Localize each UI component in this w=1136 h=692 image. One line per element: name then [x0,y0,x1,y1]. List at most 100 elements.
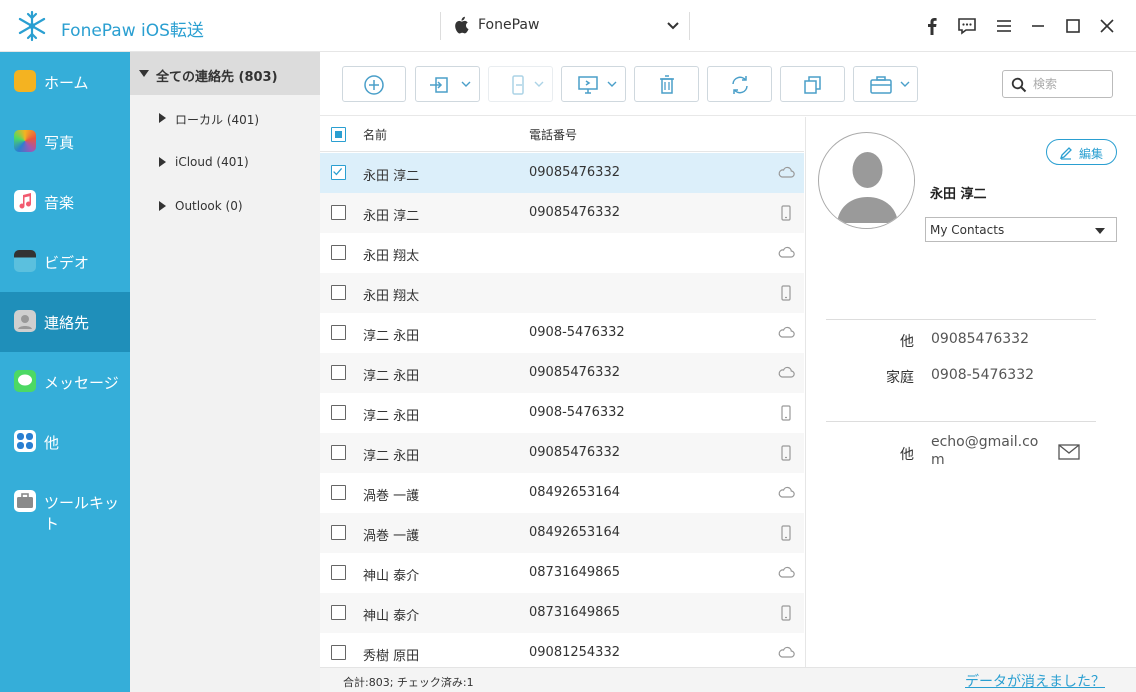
row-checkbox[interactable] [331,405,346,420]
group-select[interactable]: My Contacts [925,217,1117,242]
column-header-name[interactable]: 名前 [363,126,387,143]
music-icon [14,190,36,212]
close-icon[interactable] [1096,15,1118,37]
contact-name-cell: 神山 泰介 [363,609,420,624]
phone-icon [777,525,795,541]
facebook-icon[interactable] [921,15,943,37]
minimize-icon[interactable] [1027,15,1049,37]
tree-root-label: 全ての連絡先 (803) [156,70,278,85]
row-checkbox[interactable] [331,365,346,380]
status-bar: 合計:803; チェック済み:1 データが消えました？ [320,667,1136,692]
edit-button[interactable]: 編集 [1046,139,1117,165]
contact-name-cell: 永田 淳二 [363,209,420,224]
contact-name: 永田 淳二 [930,187,987,202]
sidebar-item-contacts[interactable]: 連絡先 [0,292,130,352]
contact-phone-cell: 0908-5476332 [529,405,625,420]
person-silhouette-icon [819,133,914,228]
expand-right-icon[interactable] [159,113,166,123]
column-header-phone[interactable]: 電話番号 [529,126,577,143]
tree-item-outlook[interactable]: Outlook (0) [130,191,320,221]
dedupe-button[interactable] [780,66,845,102]
row-checkbox[interactable] [331,165,346,180]
expand-down-icon[interactable] [139,70,149,77]
row-checkbox[interactable] [331,525,346,540]
sidebar-item-label: ツールキット [44,494,120,533]
feedback-icon[interactable] [956,15,978,37]
table-row[interactable]: 永田 翔太 [320,273,804,313]
table-row[interactable]: 渦巻 一護 08492653164 [320,513,804,553]
tree-item-icloud[interactable]: iCloud (401) [130,147,320,177]
toolbox-icon [870,76,892,94]
table-row[interactable]: 神山 泰介 08731649865 [320,553,804,593]
row-checkbox[interactable] [331,605,346,620]
row-checkbox[interactable] [331,205,346,220]
select-all-checkbox[interactable] [331,127,346,142]
sidebar-item-toolkit[interactable]: ツールキット [0,472,130,533]
phone-icon [777,605,795,621]
sidebar-item-photos[interactable]: 写真 [0,112,130,172]
mail-icon[interactable] [1058,444,1080,460]
toolbox-button[interactable] [853,66,918,102]
menu-icon[interactable] [993,15,1015,37]
table-row[interactable]: 淳二 永田 09085476332 [320,353,804,393]
divider [826,319,1096,320]
cloud-icon [777,365,795,381]
table-row[interactable]: 渦巻 一護 08492653164 [320,473,804,513]
chevron-down-icon[interactable] [665,18,681,34]
expand-right-icon[interactable] [159,157,166,167]
export-to-pc-icon [578,76,598,94]
sidebar-item-video[interactable]: ビデオ [0,232,130,292]
edit-label: 編集 [1079,147,1104,161]
row-checkbox[interactable] [331,285,346,300]
export-to-pc-button[interactable] [561,66,626,102]
row-checkbox[interactable] [331,445,346,460]
refresh-button[interactable] [707,66,772,102]
search-input[interactable] [1033,75,1109,93]
app-title: FonePaw iOS転送 [61,21,204,41]
phone-label-other: 他 [900,334,914,350]
contact-phone-cell: 09081254332 [529,645,620,660]
tree-item-local[interactable]: ローカル (401) [130,103,320,133]
table-row[interactable]: 永田 淳二 09085476332 [320,193,804,233]
export-to-device-button[interactable] [488,66,553,102]
table-row[interactable]: 淳二 永田 0908-5476332 [320,313,804,353]
table-row[interactable]: 淳二 永田 09085476332 [320,433,804,473]
delete-button[interactable] [634,66,699,102]
phone-value-other: 09085476332 [931,331,1029,347]
contacts-icon [14,310,36,332]
contact-detail-panel: 編集 永田 淳二 My Contacts 他 09085476332 家庭 09… [805,117,1136,667]
search-box[interactable] [1002,70,1113,98]
add-contact-button[interactable] [342,66,406,102]
contact-name-cell: 永田 翔太 [363,249,420,264]
table-row[interactable]: 淳二 永田 0908-5476332 [320,393,804,433]
row-checkbox[interactable] [331,565,346,580]
divider [826,421,1096,422]
chevron-down-icon [534,81,544,87]
sidebar-item-home[interactable]: ホーム [0,52,130,112]
expand-right-icon[interactable] [159,201,166,211]
sidebar-item-messages[interactable]: メッセージ [0,352,130,412]
status-summary: 合計:803; チェック済み:1 [343,676,474,689]
import-button[interactable] [415,66,480,102]
row-checkbox[interactable] [331,325,346,340]
export-to-device-icon [512,75,524,95]
tree-root-all-contacts[interactable]: 全ての連絡先 (803) [130,52,320,95]
contact-name-cell: 淳二 永田 [363,329,420,344]
row-checkbox[interactable] [331,245,346,260]
phone-value-home: 0908-5476332 [931,367,1035,383]
table-row[interactable]: 永田 淳二 09085476332 [320,153,804,193]
contact-phone-cell: 08492653164 [529,485,620,500]
row-checkbox[interactable] [331,645,346,660]
sidebar-item-other[interactable]: 他 [0,412,130,472]
table-row[interactable]: 永田 翔太 [320,233,804,273]
contact-name-cell: 渦巻 一護 [363,529,420,544]
device-selector[interactable]: FonePaw [440,12,690,40]
data-lost-link[interactable]: データが消えました？ [965,671,1105,691]
sidebar-item-music[interactable]: 音楽 [0,172,130,232]
table-row[interactable]: 神山 泰介 08731649865 [320,593,804,633]
maximize-icon[interactable] [1062,15,1084,37]
cloud-icon [777,245,795,261]
email-label: 他 [900,447,914,463]
row-checkbox[interactable] [331,485,346,500]
sidebar-item-label: ホーム [44,74,89,92]
